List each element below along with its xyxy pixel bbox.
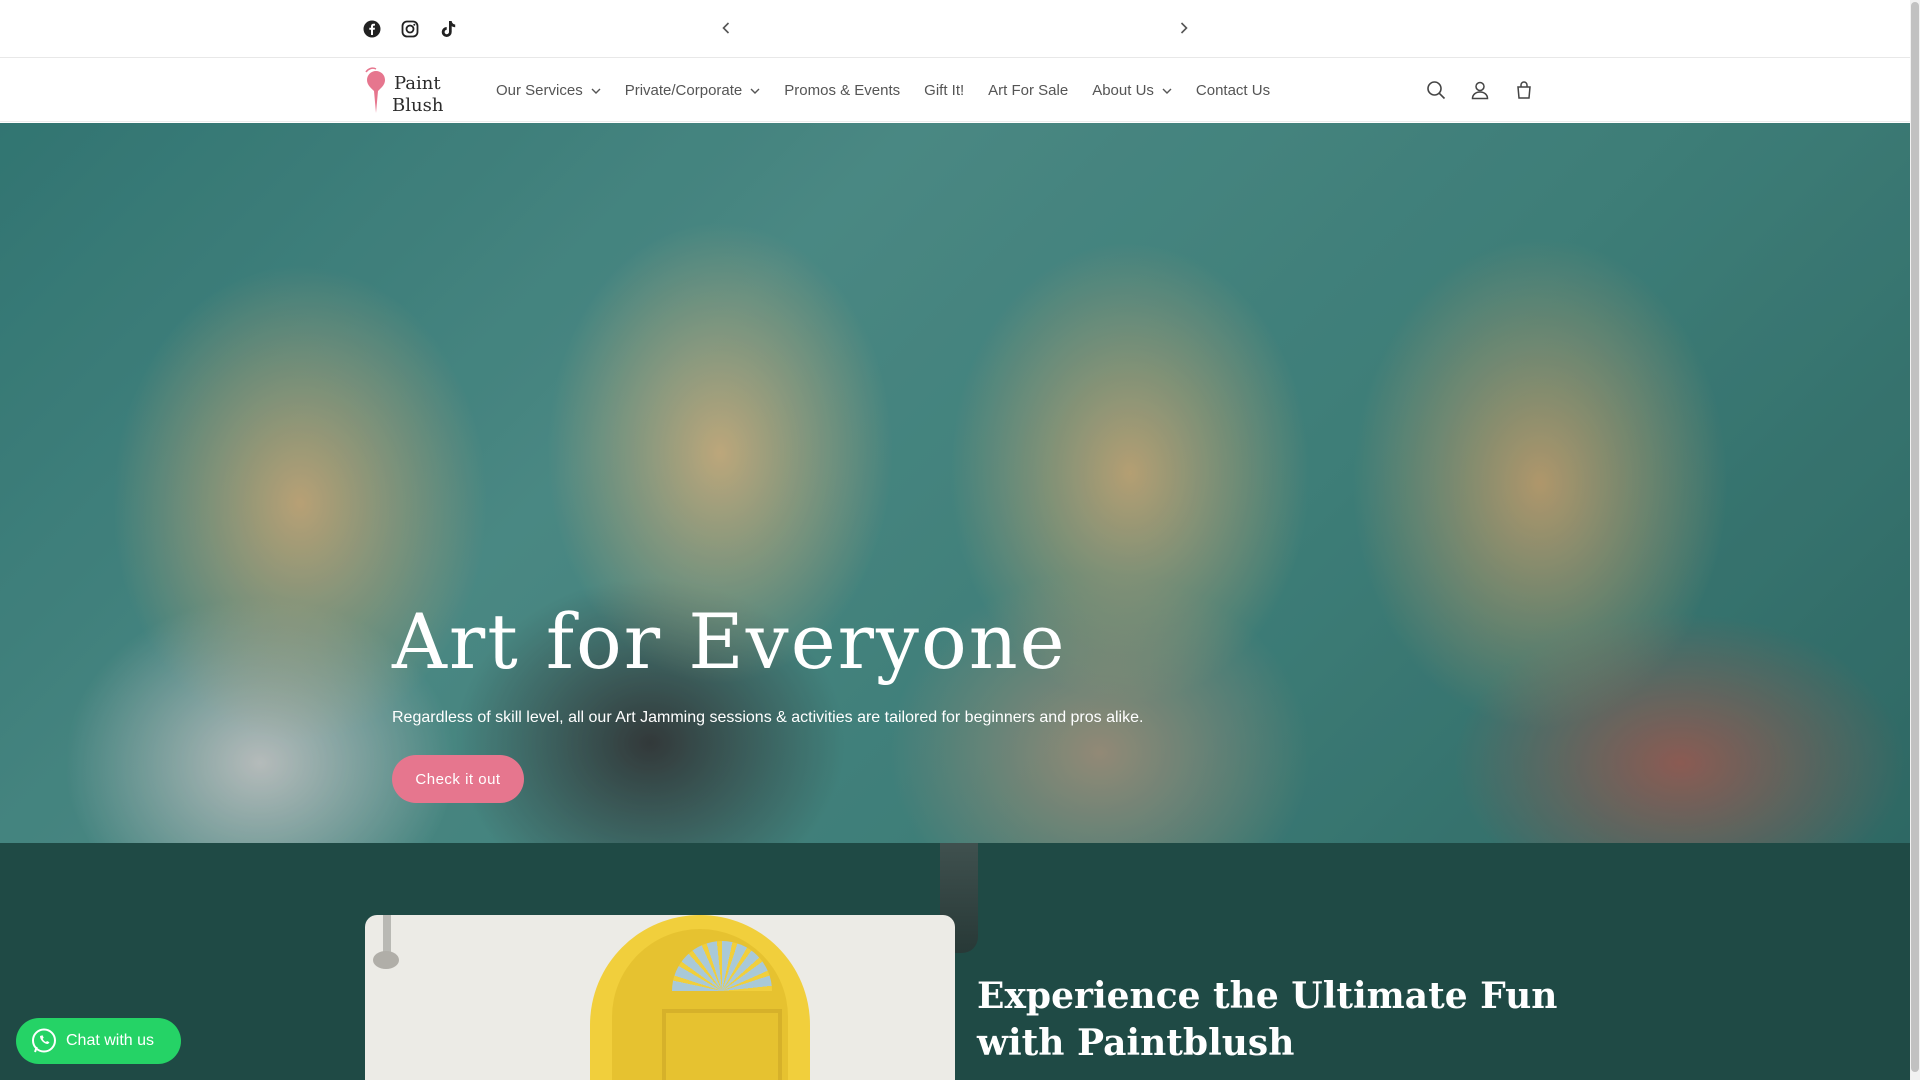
chevron-left-icon[interactable] — [714, 16, 738, 40]
lamp — [383, 915, 391, 953]
site-header: Paint Blush Our Services Private/Corpora… — [0, 59, 1910, 122]
door-panel — [662, 1009, 782, 1080]
chat-with-us-button[interactable]: Chat with us — [16, 1018, 181, 1064]
nav-label: Private/Corporate — [624, 82, 743, 99]
nav-about-us[interactable]: About Us — [1080, 82, 1184, 99]
check-it-out-button[interactable]: Check it out — [392, 755, 524, 803]
hero-banner: Art for Everyone Regardless of skill lev… — [0, 123, 1910, 843]
nav-label: About Us — [1092, 82, 1154, 99]
hero-image — [0, 123, 1910, 843]
nav-contact-us[interactable]: Contact Us — [1184, 82, 1282, 99]
yellow-door — [590, 915, 810, 1080]
page: Paint Blush Our Services Private/Corpora… — [0, 0, 1920, 1080]
facebook-icon[interactable] — [362, 17, 382, 41]
announcement-bar — [0, 0, 1910, 58]
hero-subtitle: Regardless of skill level, all our Art J… — [392, 709, 1144, 726]
search-icon[interactable] — [1422, 76, 1450, 104]
instagram-icon[interactable] — [400, 17, 420, 41]
nav-private-corporate[interactable]: Private/Corporate — [613, 82, 773, 99]
page-scrollbar[interactable] — [1910, 0, 1920, 1080]
chevron-down-icon — [750, 88, 760, 94]
nav-art-for-sale[interactable]: Art For Sale — [976, 82, 1080, 99]
feature-title: Experience the Ultimate Fun with Paintbl… — [977, 975, 1558, 1064]
feature-image — [365, 915, 955, 1080]
door-inner — [612, 929, 788, 1080]
door-fan-window — [672, 941, 772, 991]
feature-section: Experience the Ultimate Fun with Paintbl… — [0, 843, 1910, 1080]
nav-label: Gift It! — [924, 82, 965, 99]
account-icon[interactable] — [1466, 76, 1494, 104]
logo-text-1: Paint — [394, 73, 441, 94]
lamp-shade — [373, 951, 399, 969]
nav-our-services[interactable]: Our Services — [484, 82, 613, 99]
chevron-down-icon — [591, 88, 601, 94]
tiktok-icon[interactable] — [438, 17, 458, 41]
social-links — [362, 17, 458, 41]
cart-icon[interactable] — [1510, 76, 1538, 104]
nav-label: Promos & Events — [784, 82, 901, 99]
logo-text-2: Blush — [392, 95, 444, 116]
main-nav: Our Services Private/Corporate Promos & … — [484, 59, 1282, 122]
nav-gift-it[interactable]: Gift It! — [912, 82, 976, 99]
hero-title: Art for Everyone — [392, 597, 1067, 686]
scroll-thumb[interactable] — [1911, 2, 1919, 1072]
chat-label: Chat with us — [66, 1032, 155, 1049]
logo[interactable]: Paint Blush — [362, 65, 458, 117]
chevron-down-icon — [1162, 88, 1172, 94]
nav-label: Our Services — [496, 82, 583, 99]
whatsapp-icon — [32, 1028, 56, 1053]
header-icons — [1422, 76, 1538, 104]
nav-label: Art For Sale — [988, 82, 1069, 99]
nav-promos-events[interactable]: Promos & Events — [772, 82, 912, 99]
nav-label: Contact Us — [1195, 82, 1271, 99]
chevron-right-icon[interactable] — [1172, 16, 1196, 40]
